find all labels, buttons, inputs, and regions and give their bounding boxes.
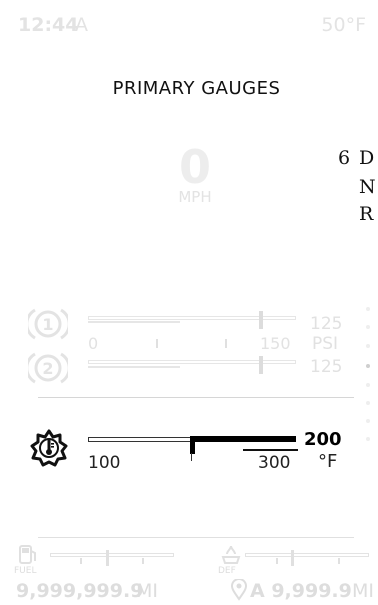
page-dot[interactable] [366, 401, 370, 405]
odometer-unit: MI [136, 580, 158, 602]
scale-tick [80, 558, 82, 564]
scale-tick [276, 558, 278, 564]
page-dot[interactable] [366, 344, 370, 348]
scale-tick [142, 558, 144, 564]
air-pressure-1-marker [259, 311, 263, 329]
air-pressure-1-track [88, 316, 296, 320]
page-dot-active[interactable] [366, 364, 370, 368]
gear-number: 6 [338, 147, 351, 169]
coolant-temp-needle [190, 436, 195, 454]
page-dot[interactable] [366, 383, 370, 387]
air-pressure-2-label: 2 [42, 359, 53, 378]
coolant-temp-value: 200 [304, 429, 342, 450]
def-track [245, 553, 369, 557]
page-dot[interactable] [366, 307, 370, 311]
clock: 12:44 [18, 14, 79, 36]
speed-value: 0 [178, 140, 211, 194]
scale-tick [225, 339, 227, 348]
gear-drive: D [359, 147, 375, 169]
scale-tick [338, 558, 340, 564]
def-marker [291, 550, 294, 566]
air-pressure-1-range [88, 321, 180, 323]
coolant-temp-fill [192, 436, 296, 442]
engine-coolant-temperature-icon [27, 428, 71, 468]
air-pressure-1-label: 1 [42, 315, 53, 334]
scale-tick [191, 453, 192, 461]
def-label: DEF [218, 566, 236, 576]
fuel-pump-icon [17, 543, 41, 567]
ambient-temperature: 50°F [321, 14, 366, 36]
status-bar: 12:44 A 50°F [0, 0, 378, 40]
divider [38, 537, 354, 538]
page-dot[interactable] [366, 325, 370, 329]
trip-value: A 9,999.9 [250, 580, 352, 602]
page-title: PRIMARY GAUGES [112, 78, 281, 99]
clock-ampm: A [75, 14, 88, 36]
page-dot[interactable] [366, 437, 370, 441]
coolant-scale-min: 100 [88, 453, 121, 473]
trip-unit: MI [352, 580, 374, 602]
air-pressure-2-track [88, 360, 296, 364]
gear-reverse: R [359, 203, 374, 225]
fuel-track [50, 553, 174, 557]
air-pressure-2-marker [259, 356, 263, 374]
air-pressure-unit: PSI [312, 334, 339, 354]
coolant-temp-unit: °F [318, 451, 338, 472]
air-pressure-1-value: 125 [310, 314, 343, 334]
def-fluid-icon [219, 543, 243, 567]
air-pressure-2-range [88, 366, 180, 368]
coolant-temp-range [243, 449, 298, 451]
divider [38, 397, 354, 398]
air-pressure-2-icon: 2 [25, 350, 71, 386]
fuel-marker [106, 550, 109, 566]
scale-tick [156, 339, 158, 348]
odometer-value: 9,999,999.9 [16, 580, 144, 602]
air-pressure-1-icon: 1 [25, 306, 71, 342]
speed-unit: MPH [178, 188, 212, 206]
air-scale-max: 150 [260, 334, 291, 353]
coolant-scale-max: 300 [258, 453, 291, 473]
fuel-label: FUEL [14, 566, 37, 576]
gear-neutral: N [359, 176, 376, 198]
air-scale-min: 0 [88, 334, 99, 353]
location-pin-icon [230, 578, 248, 601]
air-pressure-2-value: 125 [310, 357, 343, 377]
page-dot[interactable] [366, 419, 370, 423]
